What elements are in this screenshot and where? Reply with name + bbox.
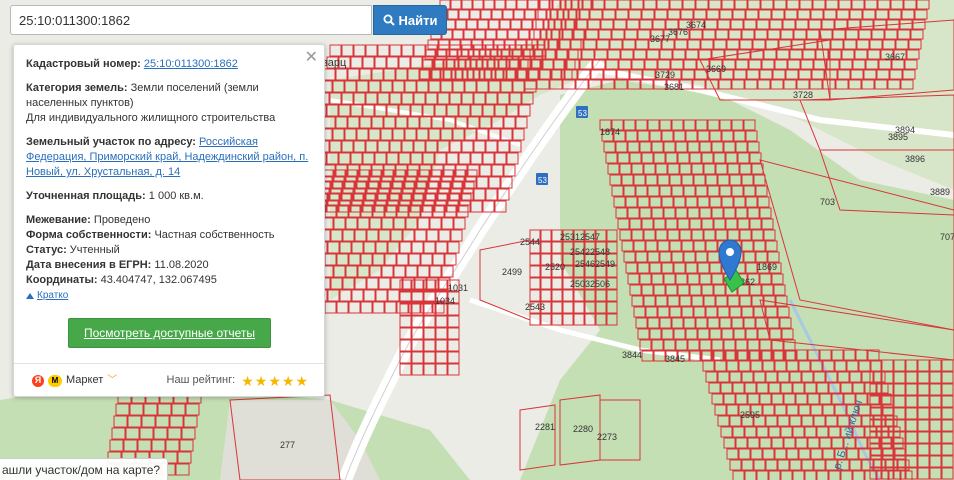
cadastral-label: Кадастровый номер: bbox=[26, 58, 141, 70]
chevron-down-icon: ﹀ bbox=[107, 375, 118, 386]
road-shield-label: 53 bbox=[578, 109, 587, 118]
parcel-label: 25462549 bbox=[575, 259, 615, 269]
area-row: Уточненная площадь: 1 000 кв.м. bbox=[26, 189, 312, 204]
parcel-label: 25032506 bbox=[570, 279, 610, 289]
date-row: Дата внесения в ЕГРН: 11.08.2020 bbox=[26, 258, 312, 273]
chevron-up-icon bbox=[26, 292, 34, 299]
ownership-row: Форма собственности: Частная собственнос… bbox=[26, 228, 312, 243]
parcel-label: 1874 bbox=[600, 127, 620, 137]
road-shield-label: 53 bbox=[538, 176, 547, 185]
collapse-label: Кратко bbox=[37, 290, 69, 301]
parcel-label: 3844 bbox=[622, 350, 642, 360]
search-bar: Найти bbox=[10, 5, 447, 35]
coords-label: Координаты: bbox=[26, 274, 98, 286]
parcel-label: 707 bbox=[940, 232, 954, 242]
area-value: 1 000 кв.м. bbox=[148, 190, 204, 202]
search-button[interactable]: Найти bbox=[373, 5, 447, 35]
rating-stars[interactable]: ★ ★ ★ ★ ★ bbox=[241, 374, 308, 388]
parcel-label: 2595 bbox=[740, 410, 760, 420]
parcel-label: 3728 bbox=[793, 90, 813, 100]
rating-star-icon[interactable]: ★ bbox=[268, 374, 281, 388]
parcel-label: 2499 bbox=[502, 267, 522, 277]
parcel-label: 3845 bbox=[665, 354, 685, 364]
area-label: Уточненная площадь: bbox=[26, 190, 146, 202]
parcel-label: 3894 bbox=[895, 125, 915, 135]
parcel-label: 3729 bbox=[655, 70, 675, 80]
found-parcel-prompt[interactable]: ашли участок/дом на карте? bbox=[0, 458, 168, 480]
date-label: Дата внесения в ЕГРН: bbox=[26, 259, 152, 271]
status-label: Статус: bbox=[26, 244, 67, 256]
parcel-label: 3669 bbox=[706, 64, 726, 74]
cadastral-row: Кадастровый номер: 25:10:011300:1862 bbox=[26, 57, 312, 72]
card-footer: Я M Маркет ﹀ Наш рейтинг: ★ ★ ★ ★ ★ bbox=[14, 363, 324, 397]
parcel-label: 2273 bbox=[597, 432, 617, 442]
parcel-label: 2520 bbox=[545, 262, 565, 272]
search-icon bbox=[383, 14, 395, 26]
search-button-label: Найти bbox=[398, 12, 438, 28]
rating-star-icon[interactable]: ★ bbox=[295, 374, 308, 388]
parcel-label: 3681 bbox=[664, 82, 684, 92]
parcel-info-card: ✕ Кадастровый номер: 25:10:011300:1862 К… bbox=[13, 44, 325, 397]
parcel-label: 2280 bbox=[573, 424, 593, 434]
parcel-label: 3667 bbox=[885, 52, 905, 62]
cadastral-search-input[interactable] bbox=[10, 5, 372, 35]
view-reports-button[interactable]: Посмотреть доступные отчеты bbox=[68, 318, 271, 348]
status-value: Учтенный bbox=[69, 244, 120, 256]
market-label: Маркет bbox=[66, 374, 104, 386]
status-row: Статус: Учтенный bbox=[26, 243, 312, 258]
rating-star-icon[interactable]: ★ bbox=[255, 374, 268, 388]
parcel-label: 277 bbox=[280, 440, 295, 450]
date-value: 11.08.2020 bbox=[154, 259, 209, 271]
rating-star-icon[interactable]: ★ bbox=[282, 374, 295, 388]
parcel-label: 2544 bbox=[520, 237, 540, 247]
parcel-label: 1034 bbox=[435, 296, 455, 306]
parcel-label: 25422548 bbox=[570, 247, 610, 257]
parcel-label: 3889 bbox=[930, 187, 950, 197]
address-row: Земельный участок по адресу: Российская … bbox=[26, 135, 312, 180]
rating: Наш рейтинг: ★ ★ ★ ★ ★ bbox=[167, 373, 308, 388]
yandex-logo-icon: Я bbox=[32, 374, 44, 387]
usage-text: Для индивидуального жилищного строительс… bbox=[26, 112, 276, 124]
ownership-value: Частная собственность bbox=[154, 229, 275, 241]
coords-value: 43.404747, 132.067495 bbox=[100, 274, 217, 286]
survey-label: Межевание: bbox=[26, 214, 91, 226]
ownership-label: Форма собственности: bbox=[26, 229, 152, 241]
coords-row: Координаты: 43.404747, 132.067495 bbox=[26, 273, 312, 288]
parcel-label: 1031 bbox=[448, 283, 468, 293]
rating-label: Наш рейтинг: bbox=[166, 374, 236, 386]
close-icon[interactable]: ✕ bbox=[305, 50, 318, 66]
parcel-label: 1869 bbox=[757, 262, 777, 272]
parcel-label: 25312547 bbox=[560, 232, 600, 242]
cadastral-link[interactable]: 25:10:011300:1862 bbox=[144, 58, 238, 70]
address-label: Земельный участок по адресу: bbox=[26, 136, 196, 148]
parcel-label: 2281 bbox=[535, 422, 555, 432]
market-link[interactable]: Я M Маркет ﹀ bbox=[32, 373, 117, 388]
map-marker-dot bbox=[726, 248, 734, 256]
category-row: Категория земель: Земли поселений (земли… bbox=[26, 81, 312, 111]
place-label: варц bbox=[322, 57, 347, 69]
collapse-link[interactable]: Кратко bbox=[26, 288, 68, 303]
rating-star-icon[interactable]: ★ bbox=[241, 374, 254, 388]
category-label: Категория земель: bbox=[26, 82, 128, 94]
survey-value: Проведено bbox=[93, 214, 151, 226]
survey-row: Межевание: Проведено bbox=[26, 213, 312, 228]
market-logo-icon: M bbox=[48, 374, 62, 387]
parcel-label: 3896 bbox=[905, 154, 925, 164]
parcel-label: 703 bbox=[820, 197, 835, 207]
parcel-label: 3674 bbox=[686, 20, 706, 30]
parcel-label: 2543 bbox=[525, 302, 545, 312]
